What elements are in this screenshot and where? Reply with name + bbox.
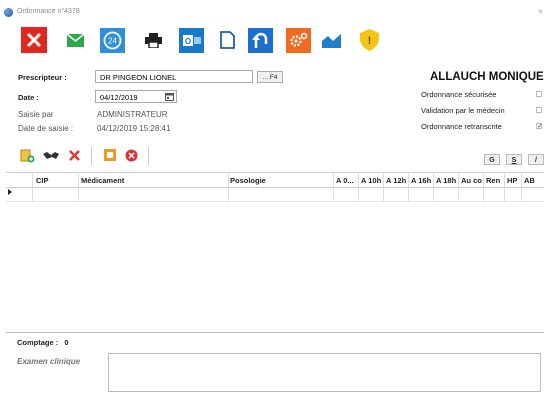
grid-divider xyxy=(228,172,229,202)
col-ren[interactable]: Ren xyxy=(486,176,500,185)
patient-name: ALLAUCH MONIQUE xyxy=(430,71,544,83)
outlook-icon[interactable]: O xyxy=(177,25,205,55)
saisie-par-value: ADMINISTRATEUR xyxy=(97,110,168,119)
flag-securisee-label: Ordonnance sécurisée xyxy=(421,90,497,99)
grid-slash-button[interactable]: / xyxy=(528,154,544,165)
col-a18h[interactable]: A 18h xyxy=(436,176,456,185)
col-a10h[interactable]: A 10h xyxy=(361,176,381,185)
prescripteur-lookup-button[interactable]: ... F4 xyxy=(257,71,283,83)
grid-divider xyxy=(358,172,359,202)
grid-s-button[interactable]: S xyxy=(506,154,522,165)
printer-icon[interactable] xyxy=(143,25,163,55)
grid-header: CIP Médicament Posologie A 0... A 10h A … xyxy=(6,172,544,188)
flag-validation-checkbox[interactable] xyxy=(536,107,542,113)
flag-securisee-checkbox[interactable] xyxy=(536,91,542,97)
comptage-value: 0 xyxy=(64,338,69,347)
date-saisie-value: 04/12/2019 15:28:41 xyxy=(97,124,171,133)
envelope-icon[interactable] xyxy=(65,25,85,55)
grid-g-button[interactable]: G xyxy=(484,154,500,165)
grid-divider xyxy=(483,172,484,202)
window-title: Ordonnance n°4378 xyxy=(17,8,80,15)
comptage-label: Comptage : 0 xyxy=(17,338,69,347)
grid-divider xyxy=(521,172,522,202)
svg-text:O: O xyxy=(184,37,190,46)
grid-divider xyxy=(383,172,384,202)
glasses-icon[interactable] xyxy=(43,151,59,162)
subtoolbar-separator xyxy=(91,147,92,165)
grid-divider xyxy=(32,172,33,202)
app-logo-icon xyxy=(4,8,13,17)
grid-divider xyxy=(333,172,334,202)
prescripteur-label: Prescripteur : xyxy=(18,73,67,82)
document-icon[interactable] xyxy=(217,25,237,55)
settings-gear-icon[interactable] xyxy=(284,25,312,55)
delete-icon[interactable] xyxy=(68,149,81,164)
undo-arrow-icon[interactable] xyxy=(246,25,274,55)
orange-note-icon[interactable] xyxy=(104,149,116,163)
date-saisie-label: Date de saisie : xyxy=(18,124,74,133)
flag-validation-label: Validation par le médecin xyxy=(421,106,505,115)
flag-retranscrite-label: Ordonnance retranscrite xyxy=(421,122,502,131)
col-posologie[interactable]: Posologie xyxy=(230,176,266,185)
svg-text:!: ! xyxy=(367,35,371,47)
col-a0[interactable]: A 0... xyxy=(336,176,354,185)
add-line-icon[interactable] xyxy=(20,148,35,165)
examen-clinique-textarea[interactable] xyxy=(108,353,541,392)
flag-retranscrite-checkbox[interactable]: ✓ xyxy=(536,123,543,130)
col-hp[interactable]: HP xyxy=(507,176,517,185)
row-pointer-icon xyxy=(8,189,12,195)
date-label: Date : xyxy=(18,93,39,102)
grid-divider xyxy=(504,172,505,202)
col-a12h[interactable]: A 12h xyxy=(386,176,406,185)
prescripteur-field[interactable]: DR PINGEON LIONEL xyxy=(95,70,253,83)
footer-divider xyxy=(6,332,544,333)
grid-divider xyxy=(78,172,79,202)
close-x-icon[interactable] xyxy=(19,25,49,55)
examen-clinique-label: Examen clinique xyxy=(17,357,81,366)
window-close-icon[interactable]: × xyxy=(538,7,543,16)
col-a16h[interactable]: A 16h xyxy=(411,176,431,185)
col-ab[interactable]: AB xyxy=(524,176,535,185)
col-auco[interactable]: Au co xyxy=(461,176,482,185)
grid-divider xyxy=(408,172,409,202)
grid-divider xyxy=(433,172,434,202)
svg-text:24: 24 xyxy=(108,36,117,45)
table-row[interactable] xyxy=(6,201,544,202)
calendar-icon[interactable] xyxy=(165,92,174,101)
subtoolbar-separator-2 xyxy=(148,147,149,165)
red-cancel-icon[interactable] xyxy=(125,149,138,164)
clock-24-icon[interactable]: 24 xyxy=(98,25,126,55)
shield-alert-icon[interactable]: ! xyxy=(357,25,381,55)
title-bar xyxy=(0,0,544,22)
comptage-label-text: Comptage : xyxy=(17,338,59,347)
col-medicament[interactable]: Médicament xyxy=(81,176,124,185)
grid-divider xyxy=(458,172,459,202)
chart-icon[interactable] xyxy=(320,25,342,55)
saisie-par-label: Saisie par xyxy=(18,110,54,119)
col-cip[interactable]: CIP xyxy=(36,176,49,185)
